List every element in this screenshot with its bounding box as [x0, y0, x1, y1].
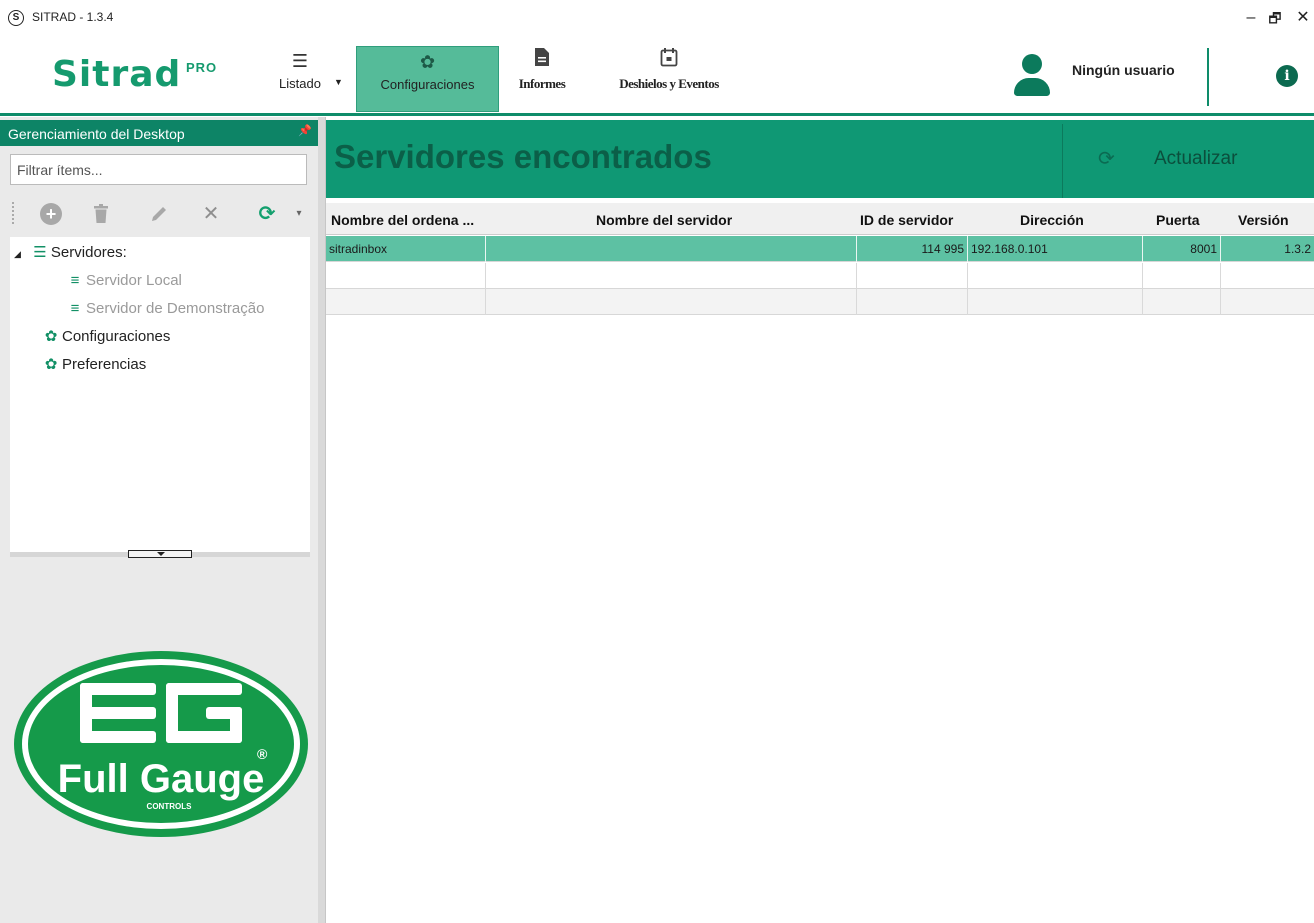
col-header-version[interactable]: Versión	[1238, 212, 1289, 228]
user-avatar[interactable]	[1012, 54, 1052, 100]
tree-item-configuraciones[interactable]: ✿ Configuraciones	[40, 325, 171, 349]
tree-item-servidores[interactable]: ◢ ☰ Servidores:	[14, 241, 127, 265]
brand-registered: ®	[257, 746, 268, 762]
table-row[interactable]: sitradinbox 114 995 192.168.0.101 8001 1…	[326, 236, 1314, 262]
filter-input[interactable]	[10, 154, 307, 185]
cell-computer	[326, 263, 486, 289]
cell-version	[1221, 289, 1314, 315]
tree-item-servidor-local[interactable]: ≡ Servidor Local	[64, 269, 182, 293]
cell-port	[1143, 263, 1221, 289]
panel-toolbar: + ✕ ⟳ ▾	[10, 193, 310, 235]
table-header: Nombre del ordena ... Nombre del servido…	[326, 203, 1314, 235]
user-name[interactable]: Ningún usuario	[1072, 62, 1175, 78]
toolbar-overflow-icon[interactable]: ▾	[292, 201, 306, 227]
server-offline-icon: ≡	[70, 300, 80, 317]
server-list-icon: ☰	[33, 244, 47, 261]
gear-icon: ✿	[44, 328, 58, 345]
pin-icon[interactable]: 📌	[298, 124, 312, 137]
add-icon[interactable]: +	[38, 201, 64, 227]
trash-icon[interactable]	[88, 201, 114, 227]
cell-server-id: 114 995	[857, 236, 968, 262]
refresh-button[interactable]: Actualizar	[1154, 148, 1237, 170]
calendar-icon	[596, 46, 742, 76]
tab-deshielos-label: Deshielos y Eventos	[619, 76, 719, 91]
sitrad-logo: Sitrad PRO	[52, 54, 216, 95]
cell-computer	[326, 289, 486, 315]
full-gauge-logo: Full Gauge CONTROLS ®	[10, 647, 312, 841]
tab-configuraciones[interactable]: ✿ Configuraciones	[356, 46, 499, 112]
col-header-address[interactable]: Dirección	[1020, 212, 1084, 228]
logo-text: Sitrad	[52, 54, 182, 95]
col-header-port[interactable]: Puerta	[1156, 212, 1200, 228]
logo-suffix: PRO	[186, 60, 218, 75]
title-bar: S SITRAD - 1.3.4 – 🗗 ✕	[0, 0, 1314, 36]
table-row[interactable]	[326, 263, 1314, 289]
splitter-handle[interactable]	[128, 550, 192, 558]
tree-label-servidores: Servidores:	[50, 244, 127, 261]
divider	[1062, 124, 1063, 198]
panel-splitter[interactable]	[10, 550, 310, 558]
tree-item-preferencias[interactable]: ✿ Preferencias	[40, 353, 147, 377]
brand-name: Full Gauge	[58, 757, 265, 801]
app-icon: S	[8, 10, 24, 26]
col-header-server-name[interactable]: Nombre del servidor	[596, 212, 732, 228]
tab-configuraciones-label: Configuraciones	[380, 77, 475, 92]
cell-server-id	[857, 289, 968, 315]
avatar-body	[1014, 78, 1050, 96]
cell-port	[1143, 289, 1221, 315]
tree-view: ◢ ☰ Servidores: ≡ Servidor Local ≡ Servidor …	[10, 237, 310, 552]
gear-icon: ✿	[419, 52, 436, 72]
menu-icon: ☰	[291, 51, 309, 71]
cell-server-id	[857, 263, 968, 289]
brand-sub: CONTROLS	[147, 802, 193, 811]
page-title: Servidores encontrados	[334, 138, 712, 175]
tree-label-servidor-local: Servidor Local	[86, 272, 182, 289]
cell-address	[968, 263, 1143, 289]
close-button[interactable]: ✕	[1290, 6, 1314, 30]
tab-informes[interactable]: Informes	[506, 46, 578, 112]
refresh-icon[interactable]: ⟳	[1098, 146, 1115, 171]
cell-version	[1221, 263, 1314, 289]
cell-server-name	[486, 263, 857, 289]
document-icon	[506, 46, 578, 76]
cell-address	[968, 289, 1143, 315]
cell-address: 192.168.0.101	[968, 236, 1143, 262]
main-header: Servidores encontrados ⟳ Actualizar	[326, 120, 1314, 198]
info-icon[interactable]: i	[1276, 65, 1298, 87]
toolbar-grip[interactable]	[12, 202, 16, 224]
ribbon-toolbar: Sitrad PRO ☰ Listado ▼ ✿ Configuraciones …	[0, 36, 1314, 116]
tab-deshielos-eventos[interactable]: Deshielos y Eventos	[596, 46, 742, 112]
tab-informes-label: Informes	[518, 76, 566, 91]
expand-icon[interactable]: ◢	[14, 249, 21, 259]
table-row[interactable]	[326, 289, 1314, 315]
window-title: SITRAD - 1.3.4	[32, 10, 114, 24]
tree-label-configuraciones: Configuraciones	[62, 328, 171, 345]
server-offline-icon: ≡	[70, 272, 80, 289]
col-header-server-id[interactable]: ID de servidor	[860, 212, 953, 228]
minimize-button[interactable]: –	[1238, 6, 1264, 30]
panel-header: Gerenciamiento del Desktop 📌	[0, 120, 318, 146]
gear-icon: ✿	[44, 356, 58, 373]
pencil-icon[interactable]	[146, 201, 172, 227]
tree-label-servidor-demo: Servidor de Demonstração	[86, 300, 265, 317]
panel-divider[interactable]	[318, 117, 326, 923]
listado-button[interactable]: ☰ Listado	[272, 46, 328, 112]
panel-title: Gerenciamiento del Desktop	[8, 126, 185, 142]
cell-server-name	[486, 236, 857, 262]
restore-button[interactable]: 🗗	[1262, 6, 1288, 30]
cell-port: 8001	[1143, 236, 1221, 262]
cell-server-name	[486, 289, 857, 315]
divider	[1207, 48, 1209, 106]
cell-computer: sitradinbox	[326, 236, 486, 262]
tree-label-preferencias: Preferencias	[62, 356, 147, 373]
col-header-computer[interactable]: Nombre del ordena ...	[331, 212, 474, 228]
desktop-management-panel: Gerenciamiento del Desktop 📌 + ✕ ⟳ ▾ ◢☰S…	[0, 117, 318, 923]
tree-item-servidor-demo[interactable]: ≡ Servidor de Demonstração	[64, 297, 265, 321]
listado-label: Listado	[279, 76, 321, 91]
refresh-icon[interactable]: ⟳	[254, 201, 280, 227]
avatar-head	[1022, 54, 1042, 74]
tools-icon[interactable]: ✕	[198, 201, 224, 227]
cell-version: 1.3.2	[1284, 242, 1311, 256]
chevron-down-icon[interactable]: ▼	[334, 77, 343, 87]
